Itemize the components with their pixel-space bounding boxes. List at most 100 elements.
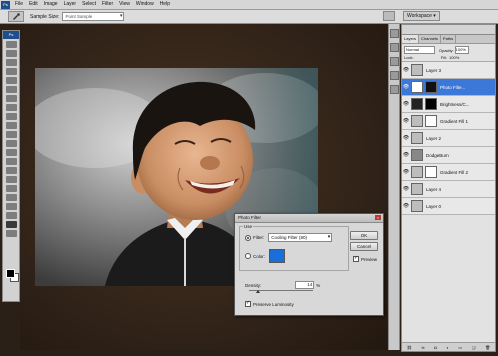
layer-style-icon[interactable]: fx — [422, 345, 425, 350]
sample-size-label: Sample Size: — [30, 13, 60, 20]
quick-select-tool-icon[interactable] — [5, 68, 17, 75]
density-slider-handle[interactable] — [255, 290, 260, 293]
visibility-eye-icon[interactable]: 👁 — [402, 152, 410, 158]
tool-preset-picker[interactable] — [8, 11, 24, 22]
eraser-tool-icon[interactable] — [5, 131, 17, 138]
menu-window[interactable]: Window — [133, 0, 157, 9]
adjustments-panel-icon[interactable] — [389, 85, 399, 94]
layer-name: Layer 2 — [426, 135, 442, 141]
color-swatch[interactable] — [269, 249, 286, 263]
workspace-button[interactable]: Workspace ▾ — [403, 11, 440, 21]
layer-thumbnail — [411, 166, 423, 178]
healing-tool-icon[interactable] — [5, 95, 17, 102]
lasso-tool-icon[interactable] — [5, 59, 17, 66]
swatches-panel-icon[interactable] — [389, 71, 399, 80]
density-slider[interactable] — [249, 290, 313, 293]
opacity-field[interactable]: 100% — [454, 46, 469, 54]
clone-stamp-tool-icon[interactable] — [5, 113, 17, 120]
filter-row: Filter: Cooling Filter (80) — [245, 233, 333, 242]
layer-row[interactable]: 👁 Layer 2 — [402, 130, 495, 147]
new-group-icon[interactable]: ▭ — [458, 345, 462, 350]
menu-select[interactable]: Select — [79, 0, 99, 9]
hand-tool-icon[interactable] — [5, 221, 17, 228]
layer-row[interactable]: 👁 Photo Filte... — [402, 79, 495, 96]
foreground-color-swatch[interactable] — [6, 269, 15, 278]
layer-mask-thumbnail[interactable] — [425, 115, 437, 127]
brush-tool-icon[interactable] — [5, 104, 17, 111]
menu-edit[interactable]: Edit — [26, 0, 41, 9]
workspace-icon[interactable] — [383, 11, 395, 21]
density-unit: % — [316, 282, 321, 288]
dialog-titlebar[interactable]: Photo Filter × — [235, 214, 383, 223]
visibility-eye-icon[interactable]: 👁 — [402, 101, 410, 107]
ok-button[interactable]: OK — [350, 231, 378, 240]
layer-row[interactable]: 👁 Gradient Fill 2 — [402, 164, 495, 181]
visibility-eye-icon[interactable]: 👁 — [402, 135, 410, 141]
delete-layer-icon[interactable]: 🗑 — [485, 345, 490, 350]
3d-orbit-tool-icon[interactable] — [5, 212, 17, 219]
tab-layers[interactable]: Layers — [402, 35, 420, 43]
visibility-eye-icon[interactable]: 👁 — [402, 186, 410, 192]
visibility-eye-icon[interactable]: 👁 — [402, 84, 410, 90]
sample-size-select[interactable]: Point Sample — [62, 12, 125, 21]
layer-mask-thumbnail[interactable] — [425, 98, 437, 110]
fill-field[interactable]: 100% — [449, 55, 459, 60]
layer-row[interactable]: 👁 Layer 0 — [402, 198, 495, 215]
link-layers-icon[interactable]: ⛓ — [407, 345, 412, 350]
layer-mask-thumbnail[interactable] — [425, 166, 437, 178]
visibility-eye-icon[interactable]: 👁 — [402, 203, 410, 209]
zoom-tool-icon[interactable] — [5, 230, 17, 237]
visibility-eye-icon[interactable]: 👁 — [402, 169, 410, 175]
dodge-tool-icon[interactable] — [5, 158, 17, 165]
color-panel-icon[interactable] — [389, 57, 399, 66]
move-tool-icon[interactable] — [5, 41, 17, 48]
blur-tool-icon[interactable] — [5, 149, 17, 156]
menu-layer[interactable]: Layer — [61, 0, 80, 9]
marquee-tool-icon[interactable] — [5, 50, 17, 57]
visibility-eye-icon[interactable]: 👁 — [402, 118, 410, 124]
path-select-tool-icon[interactable] — [5, 185, 17, 192]
color-radio[interactable] — [245, 253, 251, 259]
menu-file[interactable]: File — [12, 0, 26, 9]
tab-channels[interactable]: Channels — [419, 35, 441, 43]
filter-radio[interactable] — [245, 234, 251, 241]
eyedropper-tool-icon[interactable] — [5, 86, 17, 93]
crop-tool-icon[interactable] — [5, 77, 17, 84]
preserve-luminosity-checkbox[interactable] — [245, 300, 251, 307]
tab-paths[interactable]: Paths — [441, 35, 457, 43]
pen-tool-icon[interactable] — [5, 167, 17, 174]
photo-filter-dialog: Photo Filter × Use Filter: Cooling Filte… — [234, 213, 384, 316]
layer-row[interactable]: 👁 Layer 3 — [402, 62, 495, 79]
visibility-eye-icon[interactable]: 👁 — [402, 67, 410, 73]
close-icon[interactable]: × — [375, 215, 381, 220]
3d-rotate-tool-icon[interactable] — [5, 203, 17, 210]
history-brush-tool-icon[interactable] — [5, 122, 17, 129]
layer-row[interactable]: 👁 Brightness/C... — [402, 96, 495, 113]
density-field[interactable]: 14 — [295, 281, 315, 289]
lock-label: Lock: — [404, 55, 414, 60]
layer-row[interactable]: 👁 Gradient Fill 1 — [402, 113, 495, 130]
preview-checkbox[interactable] — [352, 255, 359, 262]
shape-tool-icon[interactable] — [5, 194, 17, 201]
layer-mask-thumbnail[interactable] — [425, 81, 437, 93]
color-label: Color: — [253, 253, 266, 259]
history-panel-icon[interactable] — [389, 29, 399, 38]
layer-row[interactable]: 👁 DodgeBurn — [402, 147, 495, 164]
gradient-tool-icon[interactable] — [5, 140, 17, 147]
new-layer-icon[interactable]: ❏ — [472, 345, 476, 350]
add-mask-icon[interactable]: ◘ — [434, 345, 436, 350]
preview-row: Preview — [352, 255, 377, 262]
menu-help[interactable]: Help — [157, 0, 173, 9]
menu-image[interactable]: Image — [41, 0, 61, 9]
menu-view[interactable]: View — [116, 0, 133, 9]
cancel-button[interactable]: Cancel — [350, 242, 378, 251]
layer-thumbnail — [411, 98, 423, 110]
actions-panel-icon[interactable] — [389, 43, 399, 52]
type-tool-icon[interactable] — [5, 176, 17, 183]
filter-select[interactable]: Cooling Filter (80) — [268, 233, 333, 242]
layer-list: 👁 Layer 3 👁 Photo Filte... 👁 Brightness/C... 👁… — [402, 62, 495, 215]
adjustment-layer-icon[interactable]: ◐ — [446, 345, 448, 350]
blend-mode-select[interactable]: Normal — [404, 46, 435, 54]
menu-filter[interactable]: Filter — [99, 0, 116, 9]
layer-row[interactable]: 👁 Layer 4 — [402, 181, 495, 198]
